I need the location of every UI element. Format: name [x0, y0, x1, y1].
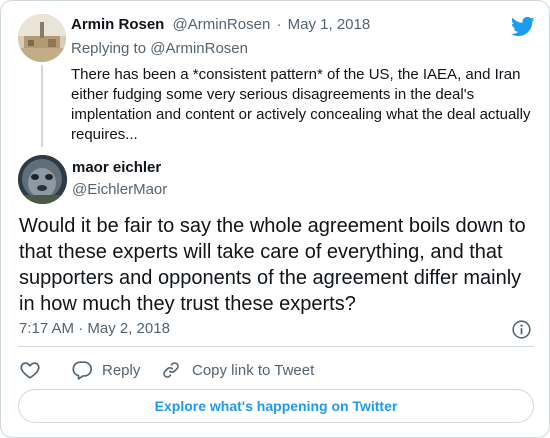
replying-prefix: Replying to — [71, 40, 147, 57]
twitter-bird-icon[interactable] — [510, 14, 535, 39]
reply-button[interactable]: Reply — [71, 358, 140, 382]
divider — [18, 346, 534, 347]
tweet-timestamp[interactable]: 7:17 AM · May 2, 2018 — [19, 320, 170, 337]
replying-to-handle[interactable]: @ArminRosen — [150, 40, 248, 57]
avatar[interactable] — [18, 155, 67, 204]
author-name[interactable]: maor eichler — [72, 159, 161, 176]
tweet-embed-card: Armin Rosen @ArminRosen · May 1, 2018 Re… — [0, 0, 550, 438]
like-button[interactable] — [19, 358, 41, 382]
link-icon — [163, 362, 179, 378]
reply-label: Reply — [102, 361, 141, 379]
thread-line — [41, 65, 43, 147]
heart-icon — [20, 362, 40, 379]
info-icon[interactable] — [511, 319, 532, 340]
explore-button[interactable]: Explore what's happening on Twitter — [18, 389, 534, 423]
separator: · — [276, 16, 282, 33]
parent-tweet-text: There has been a *consistent pattern* of… — [71, 66, 531, 143]
tweet-date[interactable]: May 1, 2018 — [288, 16, 371, 33]
author-handle[interactable]: @ArminRosen — [173, 16, 271, 33]
replying-to: Replying to @ArminRosen — [71, 40, 248, 57]
speech-bubble-icon — [72, 361, 92, 380]
tweet-text: Would it be fair to say the whole agreem… — [19, 215, 526, 315]
copy-link-button[interactable]: Copy link to Tweet — [161, 358, 314, 382]
author-name[interactable]: Armin Rosen — [71, 16, 164, 33]
avatar[interactable] — [18, 14, 66, 62]
parent-tweet-header: Armin Rosen @ArminRosen · May 1, 2018 — [71, 16, 370, 33]
author-handle[interactable]: @EichlerMaor — [72, 181, 167, 198]
copy-link-label: Copy link to Tweet — [192, 361, 315, 379]
